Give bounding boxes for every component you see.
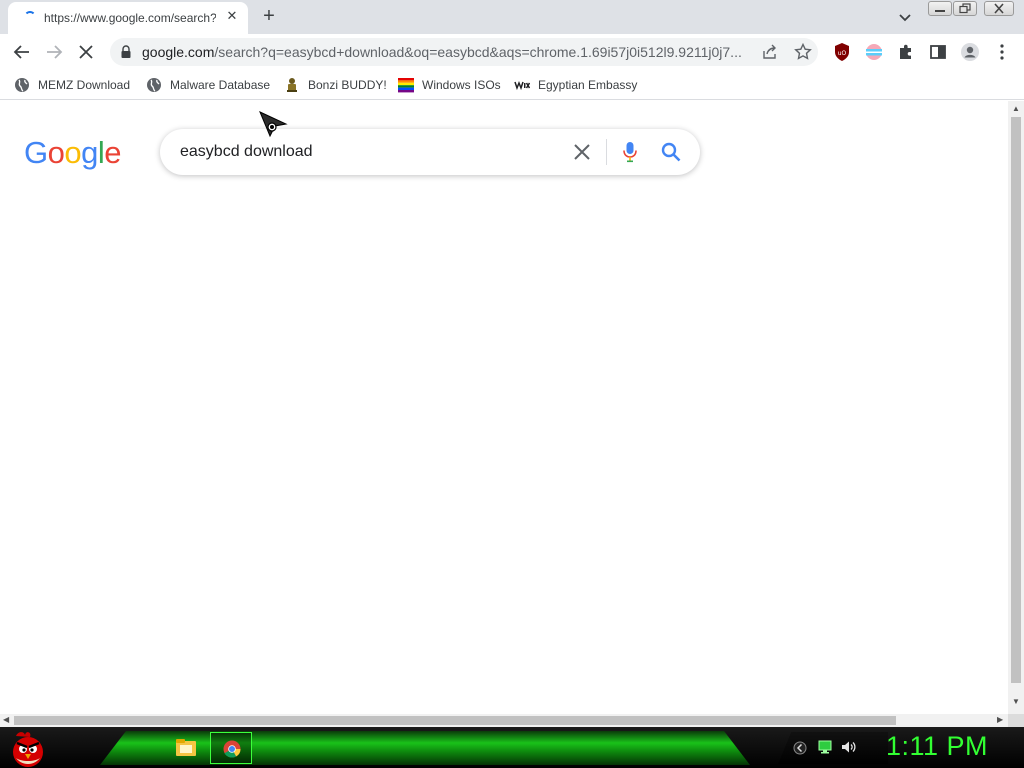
network-icon[interactable] bbox=[818, 740, 832, 754]
start-button-angry-bird-icon[interactable] bbox=[8, 728, 48, 768]
desktop-screen: https://www.google.com/search?q=easybcd+… bbox=[0, 0, 1024, 768]
rainbow-flag-icon bbox=[398, 78, 414, 93]
svg-text:uO: uO bbox=[838, 50, 847, 57]
page-content: Google easybcd download bbox=[0, 101, 1008, 714]
url-host: google.com bbox=[142, 44, 215, 60]
bookmark-windows-isos[interactable]: Windows ISOs bbox=[398, 76, 501, 94]
vertical-scroll-thumb[interactable] bbox=[1011, 117, 1021, 683]
globe-icon bbox=[147, 78, 161, 92]
bookmark-label: Egyptian Embassy bbox=[538, 78, 638, 92]
search-box[interactable]: easybcd download bbox=[160, 129, 700, 175]
clear-search-icon[interactable] bbox=[572, 142, 592, 162]
file-explorer-icon[interactable] bbox=[174, 735, 198, 759]
bookmark-egyptian-embassy[interactable]: Egyptian Embassy bbox=[514, 76, 637, 94]
url-path: /search?q=easybcd+download&oq=easybcd&aq… bbox=[214, 44, 742, 60]
url-text[interactable]: google.com/search?q=easybcd+download&oq=… bbox=[142, 44, 742, 60]
bookmark-malware-database[interactable]: Malware Database bbox=[146, 76, 270, 94]
bookmark-bonzi-buddy[interactable]: Bonzi BUDDY! bbox=[284, 76, 387, 94]
bookmark-label: Windows ISOs bbox=[422, 78, 501, 92]
scroll-right-arrow-icon[interactable]: ▶ bbox=[997, 715, 1003, 724]
bookmark-label: Malware Database bbox=[170, 78, 271, 92]
scroll-up-arrow-icon[interactable]: ▲ bbox=[1012, 104, 1020, 113]
wix-icon bbox=[514, 80, 530, 91]
tray-expand-icon[interactable] bbox=[793, 741, 807, 755]
search-icon[interactable] bbox=[660, 141, 682, 163]
browser-toolbar: google.com/search?q=easybcd+download&oq=… bbox=[0, 34, 1024, 70]
bookmarks-bar: MEMZ Download Malware Database Bonzi BUD… bbox=[0, 70, 1024, 100]
tab-search-chevron-icon[interactable] bbox=[896, 8, 914, 26]
address-bar[interactable]: google.com/search?q=easybcd+download&oq=… bbox=[110, 38, 818, 66]
extensions-puzzle-icon[interactable] bbox=[896, 42, 916, 62]
google-logo-letter: o bbox=[64, 135, 82, 170]
profile-avatar-icon[interactable] bbox=[960, 42, 980, 62]
share-icon[interactable] bbox=[762, 44, 778, 60]
mouse-cursor-icon bbox=[259, 111, 288, 138]
ublock-origin-icon[interactable]: uO bbox=[832, 42, 852, 62]
taskbar: 1:11 PM bbox=[0, 727, 1024, 768]
google-logo[interactable]: Google bbox=[24, 135, 122, 171]
side-panel-icon[interactable] bbox=[928, 42, 948, 62]
chrome-menu-icon[interactable] bbox=[992, 42, 1012, 62]
trans-flag-extension-icon[interactable] bbox=[864, 42, 884, 62]
google-logo-letter: g bbox=[81, 135, 98, 170]
vertical-scrollbar[interactable]: ▲ ▼ bbox=[1008, 101, 1024, 714]
stop-loading-icon[interactable] bbox=[76, 42, 96, 62]
bonzi-icon bbox=[287, 78, 297, 92]
bookmark-label: Bonzi BUDDY! bbox=[308, 78, 387, 92]
window-minimize-button[interactable] bbox=[928, 1, 952, 16]
scroll-left-arrow-icon[interactable]: ◀ bbox=[3, 715, 9, 724]
google-logo-letter: o bbox=[47, 135, 65, 170]
bookmark-label: MEMZ Download bbox=[38, 78, 131, 92]
forward-arrow-icon[interactable] bbox=[44, 42, 64, 62]
browser-tab[interactable]: https://www.google.com/search?q=easybcd+… bbox=[8, 2, 248, 34]
globe-icon bbox=[15, 78, 29, 92]
lock-icon[interactable] bbox=[120, 45, 132, 59]
new-tab-button[interactable]: + bbox=[258, 6, 280, 28]
tab-close-button[interactable]: ✕ bbox=[224, 8, 240, 24]
back-arrow-icon[interactable] bbox=[12, 42, 32, 62]
search-input[interactable]: easybcd download bbox=[180, 143, 313, 161]
window-restore-button[interactable] bbox=[953, 1, 977, 16]
search-divider bbox=[606, 139, 607, 165]
loading-spinner-icon bbox=[24, 11, 36, 23]
chrome-icon bbox=[223, 740, 241, 758]
horizontal-scrollbar[interactable]: ◀ ▶ bbox=[0, 714, 1008, 727]
taskbar-clock[interactable]: 1:11 PM bbox=[886, 731, 988, 762]
tab-strip: https://www.google.com/search?q=easybcd+… bbox=[0, 0, 1024, 34]
google-logo-letter: e bbox=[104, 135, 122, 170]
bookmark-star-icon[interactable] bbox=[794, 43, 812, 61]
scrollbar-corner bbox=[1008, 714, 1024, 727]
microphone-icon[interactable] bbox=[622, 141, 638, 163]
google-logo-letter: G bbox=[24, 135, 48, 170]
scroll-down-arrow-icon[interactable]: ▼ bbox=[1012, 697, 1020, 706]
tab-title: https://www.google.com/search?q=easybcd+… bbox=[44, 11, 216, 25]
bookmark-memz-download[interactable]: MEMZ Download bbox=[14, 76, 130, 94]
volume-icon[interactable] bbox=[841, 740, 857, 754]
window-close-button[interactable] bbox=[984, 1, 1014, 16]
taskbar-chrome-button[interactable] bbox=[210, 732, 252, 764]
horizontal-scroll-thumb[interactable] bbox=[14, 716, 896, 725]
